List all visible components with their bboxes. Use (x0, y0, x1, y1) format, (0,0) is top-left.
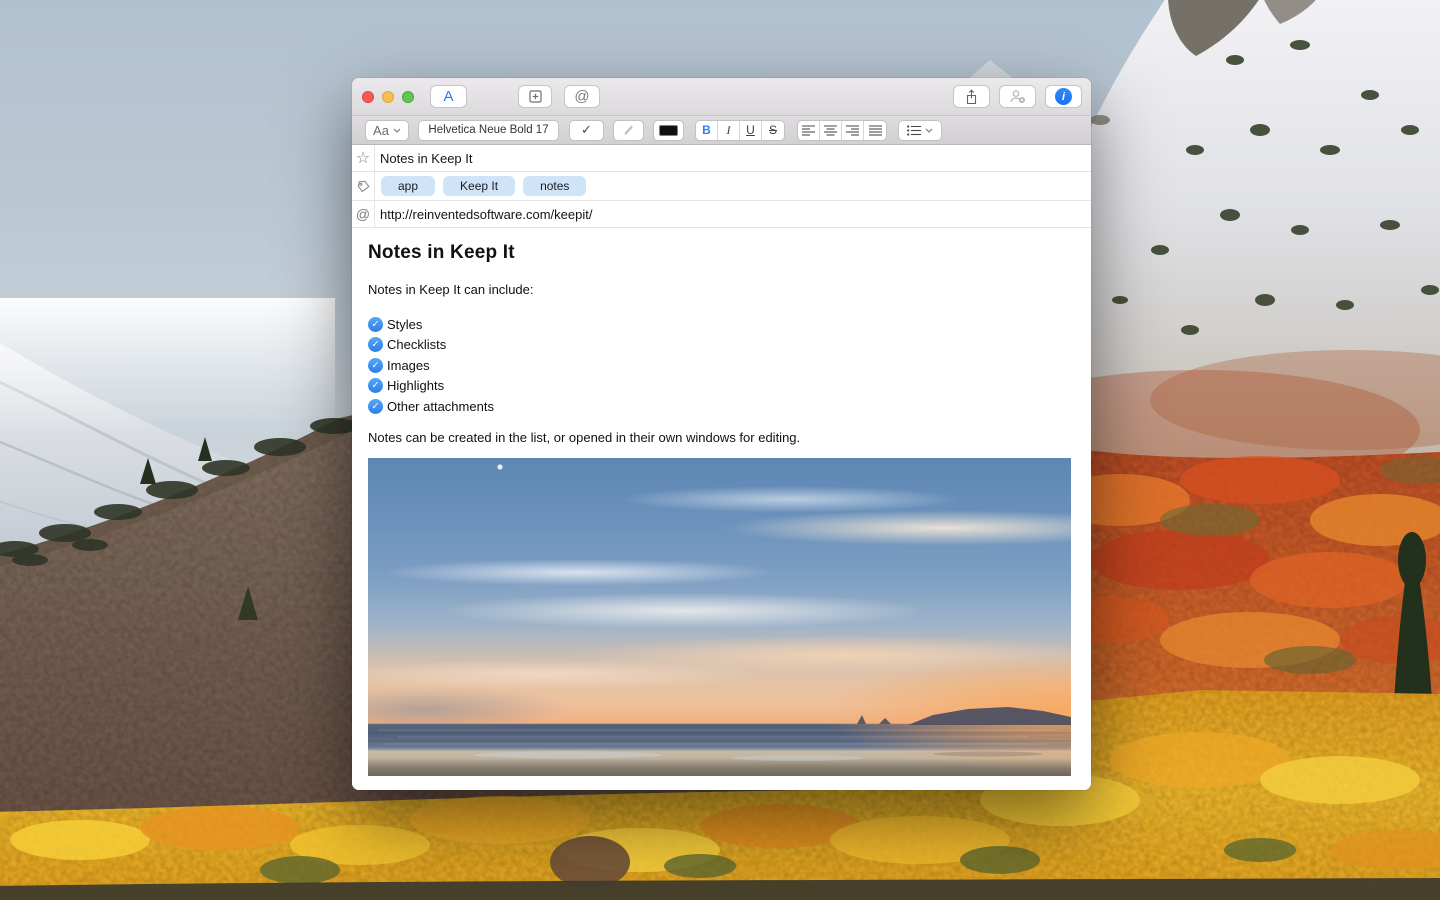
note-intro: Notes in Keep It can include: (368, 282, 1071, 297)
note-title-row: ☆ Notes in Keep It (352, 145, 1091, 172)
zoom-button[interactable] (402, 91, 414, 103)
info-button[interactable]: i (1045, 85, 1082, 108)
text-style-label: Aa (373, 123, 389, 138)
share-icon (965, 89, 978, 105)
checked-checkbox-icon[interactable]: ✓ (368, 317, 383, 332)
checkmark-icon: ✓ (581, 122, 592, 138)
align-right-button[interactable] (842, 121, 864, 140)
note-url-field[interactable]: http://reinventedsoftware.com/keepit/ (375, 201, 592, 227)
checklist-item-label: Checklists (387, 337, 446, 352)
list-style-button[interactable] (898, 120, 942, 141)
checked-checkbox-icon[interactable]: ✓ (368, 378, 383, 393)
note-tags-row: app Keep It notes (352, 172, 1091, 201)
format-toggle-button[interactable]: A (430, 85, 467, 108)
note-url-text: http://reinventedsoftware.com/keepit/ (380, 207, 592, 222)
tag-pill[interactable]: Keep It (443, 176, 515, 196)
tag-pill[interactable]: app (381, 176, 435, 196)
checklist-button[interactable]: ✓ (569, 120, 604, 141)
checked-checkbox-icon[interactable]: ✓ (368, 337, 383, 352)
note-editor[interactable]: Notes in Keep It Notes in Keep It can in… (352, 228, 1091, 790)
format-toolbar: Aa Helvetica Neue Bold 17 ✓ B I U S (352, 116, 1091, 145)
link-button[interactable]: @ (564, 85, 600, 108)
person-add-icon (1009, 89, 1026, 104)
checklist-item-label: Highlights (387, 378, 444, 393)
share-button[interactable] (953, 85, 990, 108)
tags-field[interactable]: app Keep It notes (375, 172, 586, 200)
checked-checkbox-icon[interactable]: ✓ (368, 399, 383, 414)
highlighter-icon (622, 124, 635, 136)
minimize-button[interactable] (382, 91, 394, 103)
align-center-button[interactable] (820, 121, 842, 140)
checklist-item: ✓ Other attachments (368, 396, 1071, 417)
star-icon: ☆ (356, 148, 370, 168)
url-cell: @ (352, 201, 375, 227)
traffic-lights (362, 91, 414, 103)
note-heading: Notes in Keep It (368, 242, 1071, 264)
text-style-button[interactable]: Aa (365, 120, 409, 141)
alignment-segment (797, 120, 887, 141)
add-attachment-button[interactable] (518, 85, 552, 108)
favorite-star-cell[interactable]: ☆ (352, 145, 375, 171)
align-justify-button[interactable] (864, 121, 886, 140)
highlight-button[interactable] (613, 120, 644, 141)
at-sign-icon: @ (574, 88, 589, 105)
checklist-item-label: Styles (387, 317, 422, 332)
add-person-button[interactable] (999, 85, 1036, 108)
note-title-field[interactable]: Notes in Keep It (375, 145, 473, 171)
checklist-item: ✓ Images (368, 355, 1071, 376)
chevron-down-icon (393, 128, 401, 133)
strikethrough-button[interactable]: S (762, 121, 784, 140)
align-center-icon (824, 125, 837, 136)
checked-checkbox-icon[interactable]: ✓ (368, 358, 383, 373)
note-checklist: ✓ Styles ✓ Checklists ✓ Images ✓ Highlig… (368, 314, 1071, 417)
note-url-row: @ http://reinventedsoftware.com/keepit/ (352, 201, 1091, 228)
chevron-down-icon (925, 128, 933, 133)
align-left-button[interactable] (798, 121, 820, 140)
checklist-item-label: Images (387, 358, 430, 373)
note-photo-attachment[interactable] (368, 458, 1071, 776)
align-justify-icon (869, 125, 882, 136)
tag-icon (356, 179, 371, 194)
close-button[interactable] (362, 91, 374, 103)
info-icon: i (1055, 88, 1072, 105)
color-swatch-black (659, 125, 678, 136)
bold-button[interactable]: B (696, 121, 718, 140)
tag-cell (352, 172, 375, 200)
text-color-well[interactable] (653, 120, 684, 141)
underline-button[interactable]: U (740, 121, 762, 140)
titlebar-right-buttons: i (953, 85, 1082, 108)
text-style-segment: B I U S (695, 120, 785, 141)
checklist-item: ✓ Styles (368, 314, 1071, 335)
note-body-text: Notes can be created in the list, or ope… (368, 430, 1071, 445)
keep-it-note-window: A @ (352, 78, 1091, 790)
italic-button[interactable]: I (718, 121, 740, 140)
tag-pill[interactable]: notes (523, 176, 586, 196)
note-title-text: Notes in Keep It (380, 151, 473, 166)
align-right-icon (846, 125, 859, 136)
window-titlebar: A @ (352, 78, 1091, 116)
seascape-detail (368, 458, 1071, 776)
checklist-item: ✓ Highlights (368, 376, 1071, 397)
align-left-icon (802, 125, 815, 136)
plus-box-icon (529, 90, 542, 103)
checklist-item-label: Other attachments (387, 399, 494, 414)
font-name-label: Helvetica Neue Bold 17 (428, 124, 548, 136)
checklist-item: ✓ Checklists (368, 335, 1071, 356)
bullet-list-icon (907, 125, 921, 136)
font-name-field[interactable]: Helvetica Neue Bold 17 (418, 120, 559, 141)
format-toggle-label: A (443, 88, 453, 105)
at-sign-icon: @ (356, 206, 370, 222)
